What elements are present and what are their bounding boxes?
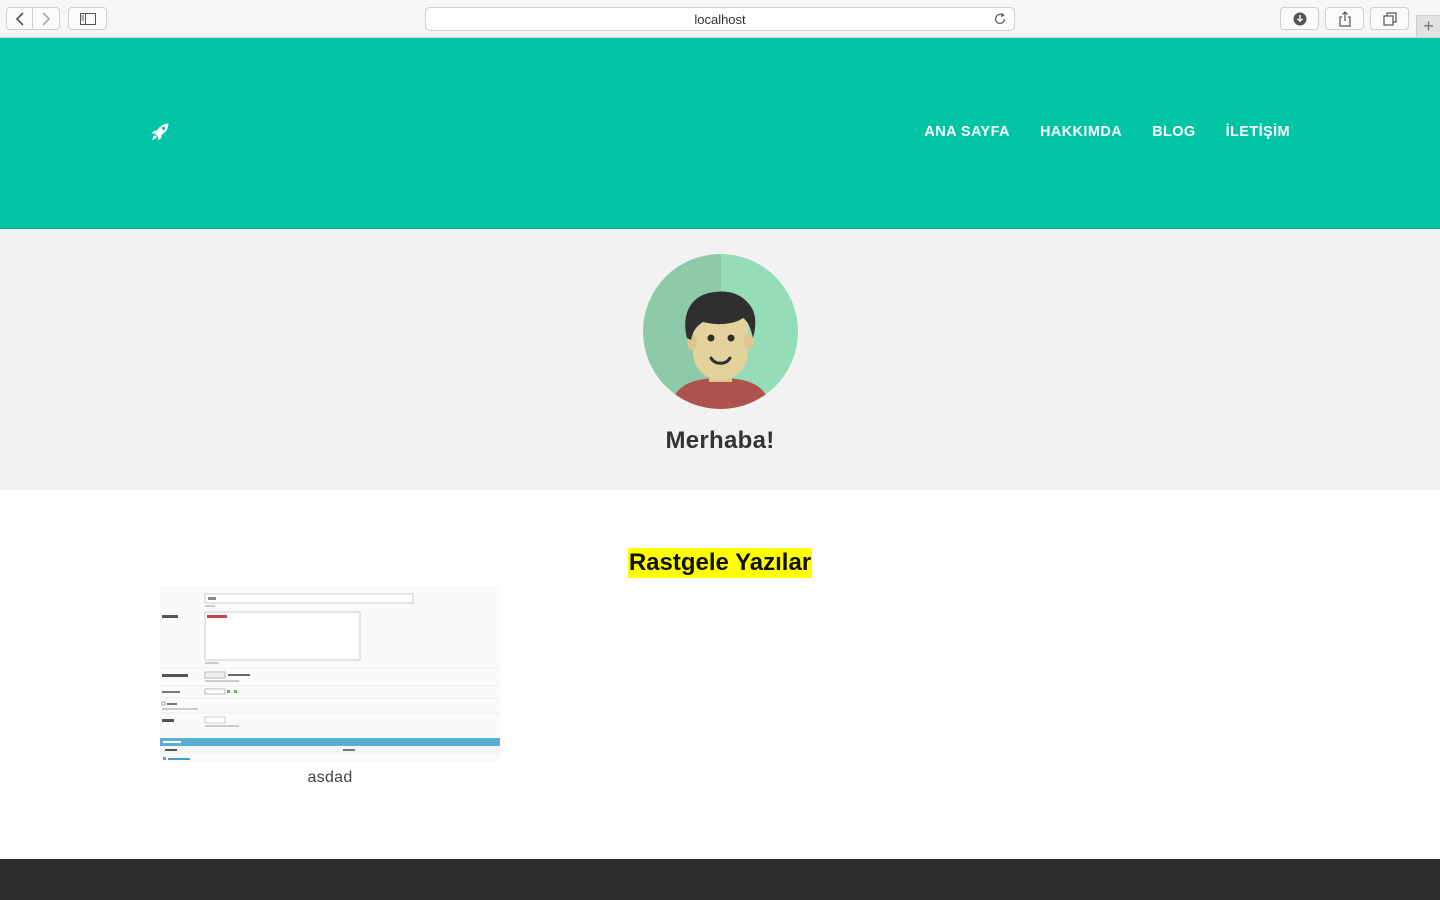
browser-toolbar: localhost + bbox=[0, 0, 1440, 38]
chevron-left-icon bbox=[15, 11, 24, 26]
sidebar-icon bbox=[79, 12, 96, 25]
site-footer bbox=[0, 859, 1440, 900]
new-tab-button[interactable]: + bbox=[1416, 15, 1440, 37]
section-title-text: Rastgele Yazılar bbox=[627, 548, 813, 578]
post-thumbnail-image bbox=[160, 586, 500, 762]
tabs-icon bbox=[1382, 11, 1397, 26]
avatar bbox=[643, 254, 798, 409]
tab-overview-button[interactable] bbox=[1370, 7, 1409, 30]
site-header: ANA SAYFA HAKKIMDA BLOG İLETİŞİM bbox=[0, 38, 1440, 229]
nav-item-hakkimda[interactable]: HAKKIMDA bbox=[1040, 124, 1122, 140]
main-nav: ANA SAYFA HAKKIMDA BLOG İLETİŞİM bbox=[924, 124, 1290, 140]
download-icon bbox=[1293, 12, 1306, 25]
share-button[interactable] bbox=[1325, 7, 1364, 30]
address-bar[interactable]: localhost bbox=[425, 7, 1015, 31]
post-card[interactable]: asdad bbox=[160, 586, 500, 787]
downloads-button[interactable] bbox=[1280, 7, 1319, 30]
section-title: Rastgele Yazılar bbox=[0, 548, 1440, 578]
share-icon bbox=[1338, 10, 1351, 27]
hero-section: Merhaba! bbox=[0, 229, 1440, 490]
hero-title: Merhaba! bbox=[665, 427, 775, 454]
reload-icon[interactable] bbox=[992, 11, 1008, 27]
back-button[interactable] bbox=[6, 7, 33, 30]
post-thumbnail[interactable] bbox=[160, 586, 500, 762]
plus-icon: + bbox=[1423, 16, 1434, 36]
rocket-icon[interactable] bbox=[150, 122, 170, 142]
forward-button[interactable] bbox=[33, 7, 60, 30]
address-text: localhost bbox=[694, 11, 746, 27]
nav-item-iletisim[interactable]: İLETİŞİM bbox=[1226, 124, 1290, 140]
post-title[interactable]: asdad bbox=[160, 769, 500, 787]
sidebar-toggle-button[interactable] bbox=[68, 7, 107, 30]
chevron-right-icon bbox=[42, 11, 51, 26]
nav-item-ana-sayfa[interactable]: ANA SAYFA bbox=[924, 124, 1010, 140]
nav-item-blog[interactable]: BLOG bbox=[1152, 124, 1196, 140]
